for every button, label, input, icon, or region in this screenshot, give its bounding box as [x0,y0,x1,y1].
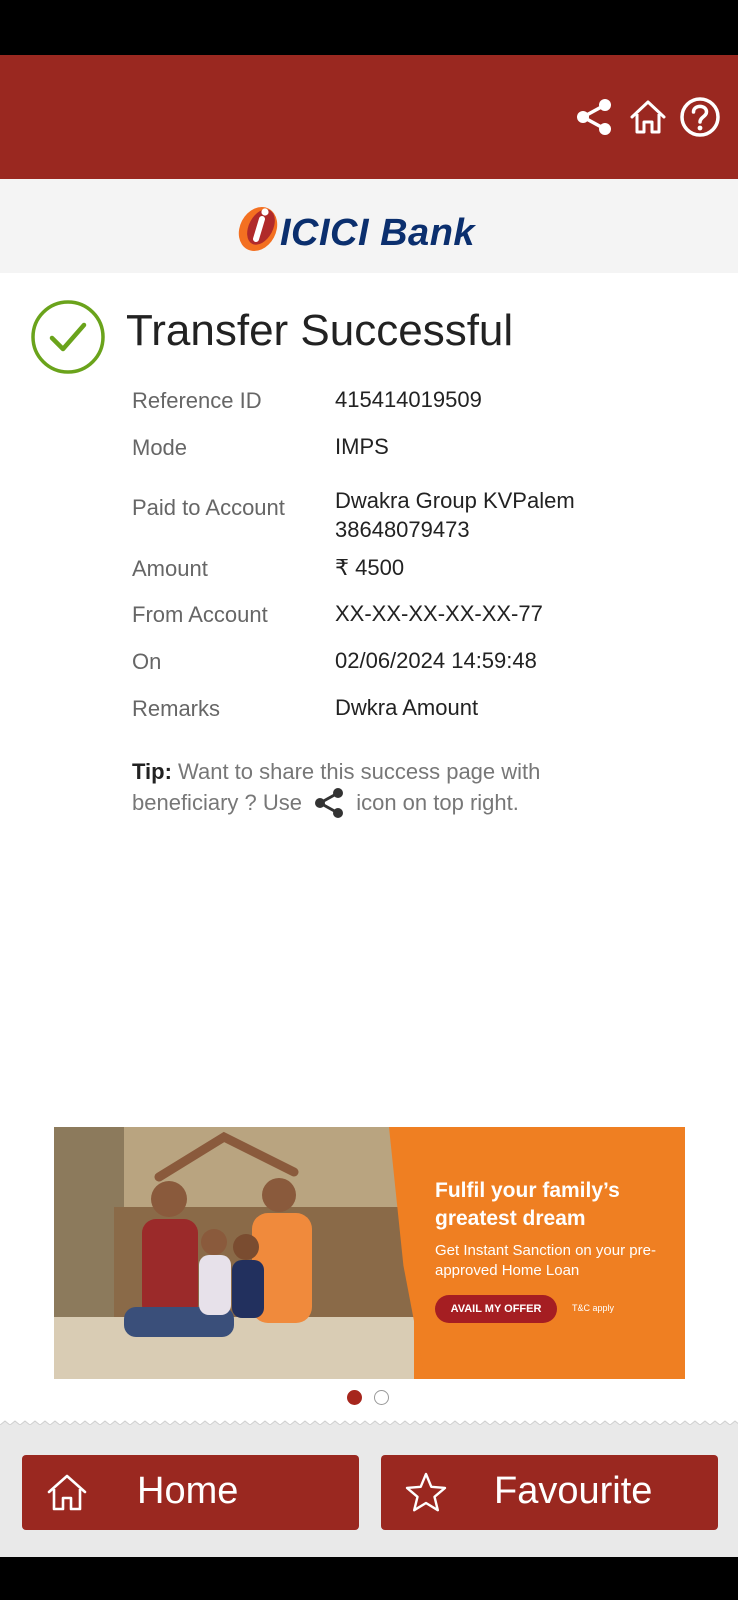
terms-apply-text: T&C apply [572,1303,615,1313]
reference-id-label: Reference ID [132,388,262,413]
from-account-label: From Account [132,602,268,627]
paid-to-account-name: Dwakra Group KVPalem [335,488,575,513]
date-value: 02/06/2024 14:59:48 [335,648,537,673]
share-icon[interactable] [572,95,616,139]
mode-label: Mode [132,435,188,460]
share-tip: Tip: Want to share this success page wit… [132,757,602,820]
paid-to-account-label: Paid to Account [132,495,285,520]
app-bar [0,55,738,179]
tip-label: Tip: [132,759,172,784]
family-photo [54,1127,414,1379]
home-button-label: Home [137,1470,239,1512]
home-loan-banner[interactable]: Fulfil your family’s greatest dream Get … [54,1127,685,1379]
carousel-dot-1[interactable] [347,1390,362,1405]
home-icon[interactable] [626,95,670,139]
amount-label: Amount [132,556,208,581]
date-label: On [132,649,162,674]
share-icon [315,788,344,818]
paid-to-account-number: 38648079473 [335,517,470,542]
icici-logo-icon [238,207,278,251]
reference-id-value: 415414019509 [335,387,482,412]
help-icon[interactable] [678,95,722,139]
mode-value: IMPS [335,434,389,459]
banner-subtext: Get Instant Sanction on your pre-approve… [435,1242,656,1279]
icici-logo: ICICI Bank [232,197,512,259]
favourite-button-label: Favourite [494,1470,653,1512]
amount-value: ₹ 4500 [335,555,405,580]
tip-text-after: icon on top right. [350,790,519,815]
page-title: Transfer Successful [126,306,514,355]
carousel-dot-2[interactable] [374,1390,389,1405]
transfer-result: Transfer Successful Reference ID 4154140… [0,273,738,1425]
carousel-indicator [347,1390,397,1406]
bank-name: ICICI Bank [280,212,476,254]
banner-headline: Fulfil your family’s greatest dream [435,1179,620,1230]
bottom-nav: Home Favourite [0,1425,738,1557]
logo-band: ICICI Bank [0,179,738,273]
star-icon [405,1472,447,1512]
check-circle-icon [31,300,105,374]
remarks-value: Dwkra Amount [335,695,479,720]
from-account-value: XX-XX-XX-XX-XX-77 [335,601,543,626]
favourite-button[interactable]: Favourite [381,1455,718,1530]
home-button[interactable]: Home [22,1455,359,1530]
avail-offer-button[interactable]: AVAIL MY OFFER [435,1295,557,1323]
home-icon [47,1474,87,1511]
system-nav-bar [0,1557,738,1600]
status-bar [0,0,738,55]
remarks-label: Remarks [132,696,221,721]
